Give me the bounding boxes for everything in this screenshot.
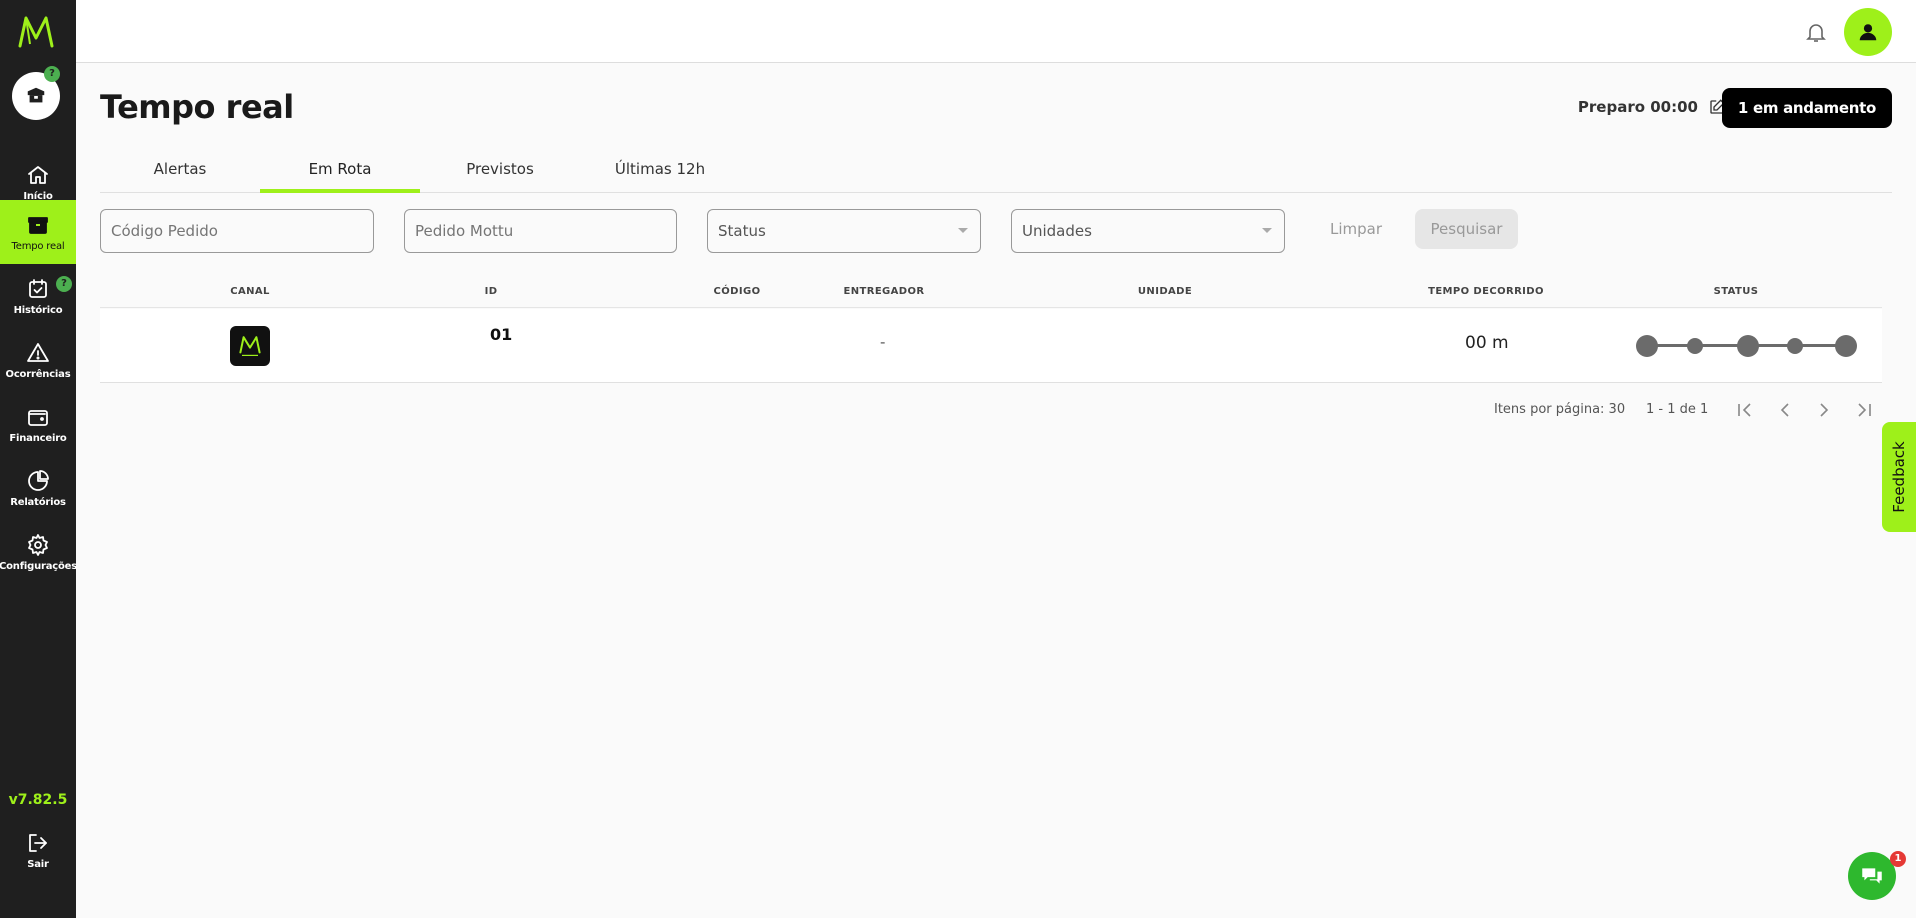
store-help-badge: ?	[44, 66, 60, 82]
em-andamento-button[interactable]: 1 em andamento	[1721, 88, 1892, 128]
tab-ultimas-12h[interactable]: Últimas 12h	[580, 150, 740, 192]
status-step-dot	[1687, 338, 1703, 354]
calendar-check-icon	[29, 278, 47, 298]
pesquisar-button[interactable]: Pesquisar	[1415, 209, 1518, 249]
status-step-dot	[1787, 338, 1803, 354]
sidebar-item-relatorios[interactable]: Relatórios	[0, 456, 76, 520]
unidades-select-placeholder: Unidades	[1022, 222, 1092, 240]
codigo-pedido-input[interactable]	[111, 222, 373, 240]
status-select-placeholder: Status	[718, 222, 766, 240]
box-icon	[28, 216, 48, 234]
column-header-id: ID	[484, 286, 498, 297]
sidebar-item-label: Histórico	[13, 304, 63, 316]
cell-entregador: -	[880, 333, 886, 351]
caret-down-icon	[958, 228, 968, 233]
user-icon	[1859, 24, 1877, 41]
sidebar-item-financeiro[interactable]: Financeiro	[0, 392, 76, 456]
cell-tempo-decorrido: 00 m	[1465, 333, 1509, 353]
column-header-codigo: CÓDIGO	[713, 286, 761, 297]
feedback-label: Feedback	[1890, 441, 1908, 513]
mottu-entregas-channel-icon	[230, 326, 270, 366]
next-page-icon[interactable]	[1812, 398, 1836, 422]
feedback-tab[interactable]: Feedback	[1882, 422, 1916, 532]
column-header-entregador: ENTREGADOR	[843, 286, 925, 297]
gear-icon	[28, 533, 48, 556]
caret-down-icon	[1262, 228, 1272, 233]
logout-label: Sair	[27, 858, 49, 870]
table-header: CANAL ID CÓDIGO ENTREGADOR UNIDADE TEMPO…	[100, 276, 1882, 308]
pie-chart-icon	[28, 469, 49, 491]
app-version: v7.82.5	[8, 792, 68, 808]
mottu-logo-icon[interactable]	[16, 12, 56, 52]
warning-icon	[27, 342, 49, 362]
page-title: Tempo real	[100, 88, 294, 126]
pedido-mottu-field[interactable]	[404, 209, 677, 253]
tab-em-rota[interactable]: Em Rota	[260, 150, 420, 193]
cell-id: 01	[490, 325, 513, 344]
status-progress-track	[1636, 333, 1860, 359]
codigo-pedido-field[interactable]	[100, 209, 374, 253]
home-icon	[28, 165, 48, 184]
notifications-bell-icon[interactable]	[1804, 20, 1828, 44]
status-step-dot	[1636, 335, 1658, 357]
tab-alertas[interactable]: Alertas	[100, 150, 260, 192]
sidebar: ? Início Tempo real Histórico ? Ocorrênc…	[0, 0, 77, 918]
last-page-icon[interactable]	[1852, 398, 1876, 422]
sidebar-item-label: Ocorrências	[5, 368, 71, 380]
top-bar	[76, 0, 1916, 63]
column-header-tempo-decorrido: TEMPO DECORRIDO	[1428, 286, 1544, 297]
previous-page-icon[interactable]	[1773, 398, 1797, 422]
tabs: Alertas Em Rota Previstos Últimas 12h	[100, 150, 1892, 193]
preparo-time: Preparo 00:00	[1578, 98, 1726, 116]
sidebar-item-tempo-real[interactable]: Tempo real	[0, 200, 76, 264]
first-page-icon[interactable]	[1733, 398, 1757, 422]
sidebar-item-configuracoes[interactable]: Configurações	[0, 520, 77, 584]
items-per-page[interactable]: Itens por página: 30	[1494, 402, 1625, 417]
logout-icon	[29, 833, 47, 852]
preparo-label: Preparo 00:00	[1577, 98, 1698, 116]
user-avatar[interactable]	[1844, 8, 1892, 56]
chat-bubbles-icon	[1862, 868, 1882, 884]
column-header-status: STATUS	[1713, 286, 1759, 297]
column-header-canal: CANAL	[230, 286, 270, 297]
unidades-select[interactable]: Unidades	[1011, 209, 1285, 253]
logout-button[interactable]: Sair	[0, 818, 76, 882]
status-step-dot	[1737, 335, 1759, 357]
pedido-mottu-input[interactable]	[415, 222, 676, 240]
table-row[interactable]: 01 - 00 m	[100, 309, 1882, 383]
sidebar-item-historico[interactable]: Histórico ?	[0, 264, 76, 328]
historico-help-badge: ?	[56, 276, 72, 292]
sidebar-item-label: Financeiro	[9, 432, 67, 444]
sidebar-item-ocorrencias[interactable]: Ocorrências	[0, 328, 76, 392]
column-header-unidade: UNIDADE	[1137, 286, 1193, 297]
chat-button[interactable]	[1848, 852, 1896, 900]
store-box-icon	[27, 87, 45, 103]
limpar-button[interactable]: Limpar	[1316, 209, 1396, 249]
status-select[interactable]: Status	[707, 209, 981, 253]
sidebar-item-label: Tempo real	[11, 240, 65, 252]
status-step-dot	[1835, 335, 1857, 357]
sidebar-item-label: Configurações	[0, 560, 77, 572]
chat-notification-badge: 1	[1890, 851, 1906, 867]
sidebar-item-label: Relatórios	[10, 496, 66, 508]
tab-previstos[interactable]: Previstos	[420, 150, 580, 192]
pagination-range: 1 - 1 de 1	[1646, 402, 1709, 417]
wallet-icon	[28, 409, 48, 426]
